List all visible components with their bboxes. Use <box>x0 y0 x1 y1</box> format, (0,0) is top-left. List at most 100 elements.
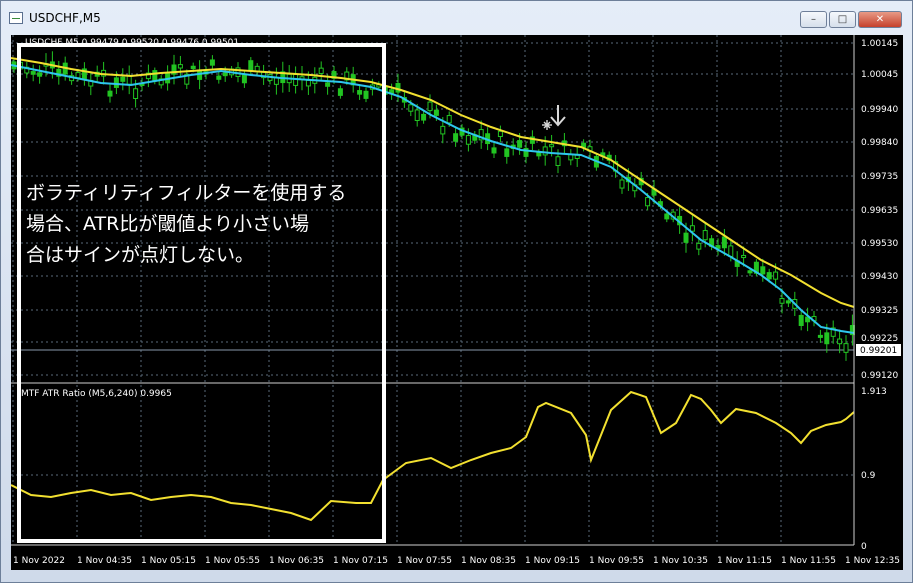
candle-body <box>824 332 830 345</box>
candle-body <box>209 59 215 66</box>
candle-body <box>619 179 625 189</box>
candle-body <box>241 74 247 84</box>
candle-body <box>773 271 779 280</box>
candle-body <box>248 60 254 72</box>
candle-body <box>440 125 446 135</box>
time-tick: 1 Nov 10:35 <box>653 556 708 566</box>
price-tick: 0.99325 <box>861 306 898 316</box>
time-tick: 1 Nov 09:55 <box>589 556 644 566</box>
candle-body <box>747 270 753 274</box>
time-tick: 1 Nov 08:35 <box>461 556 516 566</box>
candle-body <box>216 75 222 80</box>
candle-body <box>107 90 113 97</box>
candle-body <box>504 148 510 157</box>
price-chart[interactable]: 1.00145 1.00045 0.99940 0.99840 0.99735 … <box>10 35 903 570</box>
title-bar[interactable]: USDCHF,M5 – □ ✕ <box>1 1 912 35</box>
price-tick: 0.99120 <box>861 371 898 381</box>
candle-body <box>497 130 503 138</box>
price-tick: 0.99225 <box>861 334 898 344</box>
indicator-tick: 0 <box>861 542 867 552</box>
candle-body <box>542 146 548 156</box>
chart-canvas[interactable]: 1.00145 1.00045 0.99940 0.99840 0.99735 … <box>10 35 903 570</box>
indicator-axis: 1.913 0.9 0 <box>861 387 887 552</box>
candle-body <box>817 334 823 338</box>
candle-body <box>152 70 158 82</box>
time-tick: 1 Nov 04:35 <box>77 556 132 566</box>
price-tick: 0.99735 <box>861 172 898 182</box>
candle-body <box>517 140 523 148</box>
candle-body <box>318 67 324 74</box>
indicator-tick: 0.9 <box>861 471 876 481</box>
time-tick: 1 Nov 05:55 <box>205 556 260 566</box>
candle-body <box>133 88 139 99</box>
candle-body <box>837 338 843 345</box>
candle-body <box>843 343 849 353</box>
price-tick: 0.99430 <box>861 272 898 282</box>
candle-body <box>421 113 427 121</box>
candle-body <box>741 254 747 259</box>
price-grid <box>11 35 854 545</box>
candle-body <box>305 79 311 87</box>
candle-body <box>337 88 343 96</box>
candle-body <box>408 104 414 112</box>
time-tick: 1 Nov 09:15 <box>525 556 580 566</box>
price-tick: 0.99940 <box>861 105 898 115</box>
price-tick: 1.00145 <box>861 39 898 49</box>
candle-body <box>113 77 119 88</box>
current-price-value: 0.99201 <box>860 346 897 356</box>
candle-body <box>75 72 81 79</box>
candle-body <box>273 77 279 85</box>
atr-ratio-line <box>10 390 855 522</box>
candle-body <box>414 109 420 121</box>
time-tick: 1 Nov 11:15 <box>717 556 772 566</box>
price-tick: 0.99840 <box>861 138 898 148</box>
candle-body <box>120 76 126 82</box>
candle-body <box>798 314 804 326</box>
candle-body <box>779 298 785 304</box>
candle-body <box>766 272 772 280</box>
candle-body <box>427 101 433 112</box>
candle-body <box>696 242 702 250</box>
indicator-tick: 1.913 <box>861 387 887 397</box>
down-arrow-icon <box>550 105 566 127</box>
candle-body <box>683 232 689 243</box>
candle-body <box>645 197 651 207</box>
candle-body <box>190 65 196 70</box>
candle-body <box>465 135 471 145</box>
close-button[interactable]: ✕ <box>858 11 902 28</box>
time-axis: 1 Nov 2022 1 Nov 04:35 1 Nov 05:15 1 Nov… <box>13 556 900 566</box>
minimize-button[interactable]: – <box>800 11 827 28</box>
candle-body <box>363 90 369 99</box>
candle-body <box>37 72 43 77</box>
candle-body <box>491 147 497 154</box>
price-tick: 0.99530 <box>861 239 898 249</box>
candle-body <box>555 156 561 167</box>
maximize-button[interactable]: □ <box>829 11 856 28</box>
annotation-text: ボラティリティフィルターを使用する 場合、ATR比が閾値より小さい場 合はサイン… <box>26 182 347 266</box>
indicator-label: MTF ATR Ratio (M5,6,240) 0.9965 <box>21 389 172 399</box>
candle-body <box>549 144 555 148</box>
candle-body <box>728 245 734 257</box>
price-axis: 1.00145 1.00045 0.99940 0.99840 0.99735 … <box>861 39 898 381</box>
time-tick: 1 Nov 07:15 <box>333 556 388 566</box>
time-tick: 1 Nov 12:35 <box>845 556 900 566</box>
candle-body <box>453 133 459 142</box>
candle-body <box>222 72 228 77</box>
time-tick: 1 Nov 07:55 <box>397 556 452 566</box>
candle-body <box>760 266 766 275</box>
time-tick: 1 Nov 05:15 <box>141 556 196 566</box>
candle-body <box>30 71 36 75</box>
price-tick: 1.00045 <box>861 70 898 80</box>
candle-body <box>177 64 183 69</box>
candle-body <box>702 230 708 241</box>
price-tick: 0.99635 <box>861 206 898 216</box>
candle-body <box>536 152 542 157</box>
candle-body <box>446 115 452 124</box>
candle-body <box>325 82 331 87</box>
candle-body <box>785 300 791 304</box>
chart-window-icon <box>9 12 23 24</box>
time-tick: 1 Nov 11:55 <box>781 556 836 566</box>
chart-window: USDCHF,M5 – □ ✕ 1.00145 1.00045 0.99940 … <box>0 0 913 583</box>
window-title: USDCHF,M5 <box>29 11 101 25</box>
candle-body <box>433 109 439 116</box>
